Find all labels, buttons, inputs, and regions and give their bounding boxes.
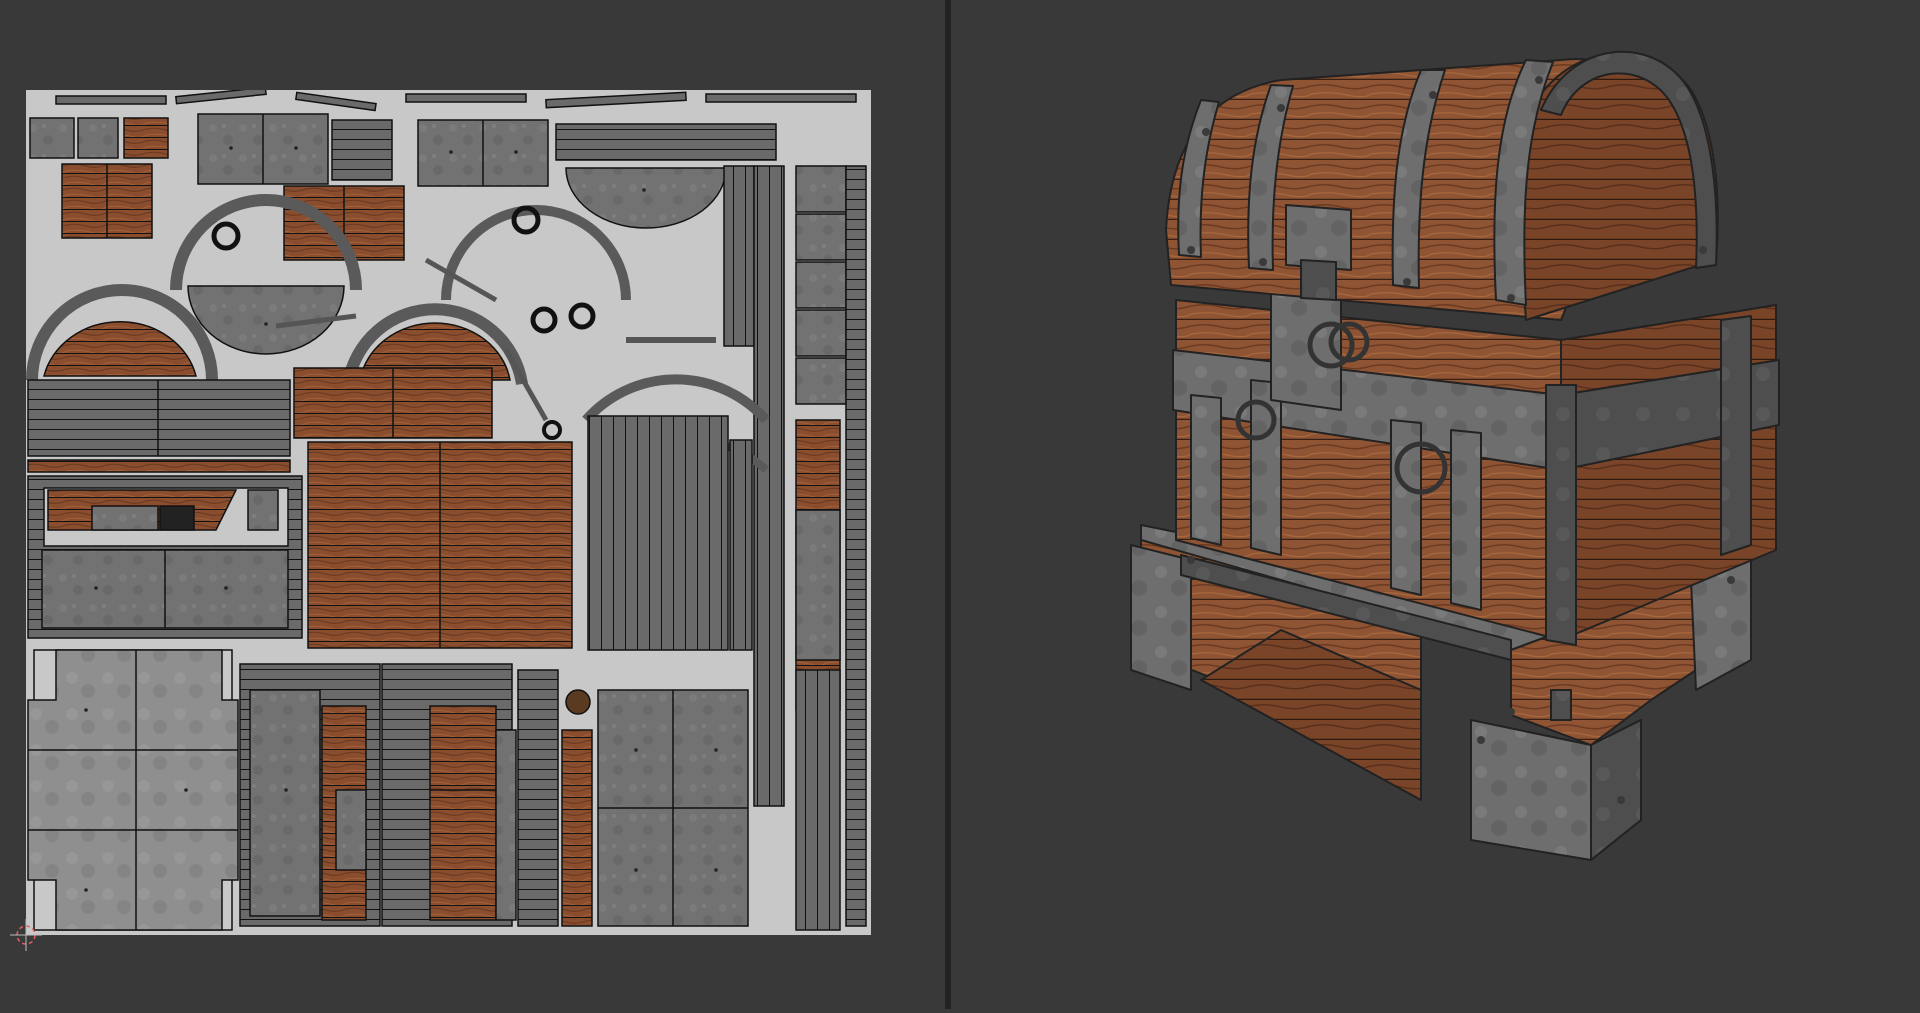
treasure-chest-model[interactable] (951, 0, 1920, 1009)
uv-texture-canvas[interactable] (26, 90, 871, 935)
uv-editor-area[interactable] (0, 0, 945, 1009)
3d-viewport-area[interactable] (951, 0, 1920, 1009)
crosshair-2d-cursor-icon[interactable] (8, 917, 44, 953)
